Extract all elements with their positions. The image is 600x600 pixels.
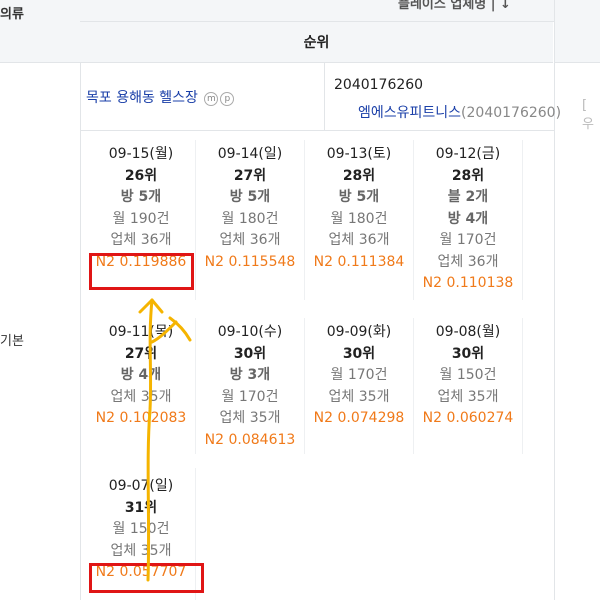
place-name-header-label[interactable]: 플레이스 업체명 | ↓: [398, 0, 511, 12]
card-stat: 월 180건: [330, 210, 388, 227]
card-date: 09-12(금): [435, 146, 501, 162]
card-date: 09-14(일): [217, 146, 283, 162]
card-stat: 월 150건: [112, 521, 170, 537]
card-rank: 30위: [342, 345, 376, 362]
category-header-label: 의류: [0, 7, 24, 22]
card-stat: 방 3개: [229, 367, 271, 383]
place-badge-icon[interactable]: p: [220, 92, 235, 106]
card-rank: 30위: [233, 345, 267, 362]
highlight-box-bottom: [89, 563, 204, 593]
card-stat: 월 170건: [221, 388, 279, 405]
map-badge-icon[interactable]: m: [204, 92, 219, 106]
card-date: 09-15(월): [108, 146, 174, 162]
business-name-id: (2040176260): [461, 105, 562, 121]
card-stat: 방 4개: [120, 367, 162, 383]
column-divider: [324, 62, 325, 130]
card-rank: 31위: [124, 499, 158, 516]
row-divider: [80, 130, 554, 131]
card-n2-score: N2 0.074298: [313, 410, 405, 426]
card-stat: 업체 35개: [219, 410, 281, 426]
store-name-link[interactable]: 목포 용해동 헬스장 mp: [86, 87, 235, 107]
card-stat: 업체 35개: [328, 388, 390, 405]
card-stat: 업체 35개: [110, 542, 172, 559]
card-rank: 28위: [342, 167, 376, 184]
card-n2-score: N2 0.060274: [422, 410, 514, 426]
card-date: 09-11(목): [108, 324, 174, 340]
card-rank: 28위: [451, 167, 485, 184]
business-id: 2040176260: [334, 77, 424, 93]
card-date: 09-08(월): [435, 324, 501, 340]
card-stat: 방 5개: [120, 189, 162, 205]
card-n2-score: N2 0.111384: [313, 253, 405, 270]
rank-card: 09-10(수) 30위방 3개월 170건업체 35개 N2 0.084613: [195, 322, 305, 451]
card-stat: 블 2개: [447, 189, 489, 205]
card-stat: 업체 35개: [437, 388, 499, 405]
card-stat: 업체 36개: [328, 232, 390, 248]
rank-header-label: 순위: [303, 35, 330, 51]
store-name-text[interactable]: 목포 용해동 헬스장: [86, 90, 198, 106]
rank-card: 09-13(토) 28위방 5개월 180건업체 36개 N2 0.111384: [304, 144, 414, 273]
card-rank: 27위: [124, 345, 158, 362]
right-cut-label[interactable]: [ 우: [582, 98, 600, 132]
column-divider: [554, 62, 555, 600]
card-date: 09-09(화): [326, 324, 392, 340]
card-stat: 월 180건: [221, 210, 279, 227]
card-stat: 업체 36개: [437, 253, 499, 270]
card-rank: 27위: [233, 167, 267, 184]
card-rank: 26위: [124, 167, 158, 184]
card-stat: 방 5개: [229, 189, 271, 205]
card-stat: 업체 36개: [110, 232, 172, 248]
card-n2-score: N2 0.102083: [95, 410, 187, 426]
business-name-text[interactable]: 엠에스유피트니스: [358, 105, 461, 121]
column-divider: [80, 62, 81, 600]
rank-card: 09-14(일) 27위방 5개월 180건업체 36개 N2 0.115548: [195, 144, 305, 273]
rank-column-header: 순위: [80, 22, 553, 63]
card-stat: 월 190건: [112, 210, 170, 227]
card-stat: 월 170건: [330, 367, 388, 383]
highlight-box-top: [89, 253, 194, 290]
rank-card: 09-11(목) 27위방 4개업체 35개 N2 0.102083: [86, 322, 196, 430]
row-type-label: 기본: [0, 334, 24, 349]
rank-card: 09-08(월) 30위월 150건업체 35개 N2 0.060274: [413, 322, 523, 430]
business-name-link[interactable]: 엠에스유피트니스(2040176260): [358, 102, 561, 122]
card-stat: 업체 36개: [219, 232, 281, 248]
card-date: 09-10(수): [217, 324, 283, 340]
card-n2-score: N2 0.115548: [204, 253, 296, 270]
header-right-cell: [554, 0, 600, 63]
rank-card: 09-09(화) 30위월 170건업체 35개 N2 0.074298: [304, 322, 414, 430]
card-stat: 월 170건: [439, 232, 497, 248]
rank-card: 09-12(금) 28위블 2개방 4개월 170건업체 36개 N2 0.1101…: [413, 144, 523, 295]
card-rank: 30위: [451, 345, 485, 362]
card-date: 09-13(토): [326, 146, 392, 162]
card-stat: 업체 35개: [110, 388, 172, 405]
card-date: 09-07(일): [108, 478, 174, 494]
header-top-band: [80, 0, 600, 22]
card-stat: 방 5개: [338, 189, 380, 205]
card-stat: 월 150건: [439, 367, 497, 383]
card-stat: 방 4개: [447, 210, 489, 227]
card-n2-score: N2 0.110138: [422, 275, 514, 291]
card-n2-score: N2 0.084613: [204, 431, 296, 448]
